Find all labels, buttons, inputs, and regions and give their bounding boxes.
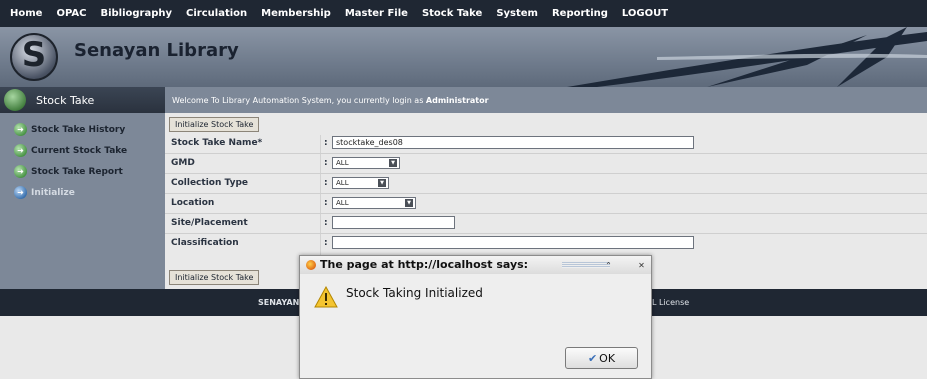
site-placement-label: Site/Placement — [171, 218, 248, 228]
sidebar-item-stock-take-report[interactable]: ➜ Stock Take Report — [0, 161, 165, 182]
classification-input[interactable] — [332, 236, 694, 249]
checkmark-icon: ✔ — [587, 351, 598, 365]
initialize-stock-take-button-top[interactable]: Initialize Stock Take — [169, 117, 260, 132]
sidebar-item-initialize[interactable]: ➜ Initialize — [0, 182, 165, 203]
stock-take-name-input[interactable]: stocktake_des08 — [332, 136, 694, 149]
banner-swoosh-graphic — [567, 27, 927, 87]
row-stock-take-name: Stock Take Name* : stocktake_des08 — [165, 133, 927, 153]
page: Home OPAC Bibliography Circulation Membe… — [0, 0, 927, 379]
location-select[interactable]: ALL ▼ — [332, 197, 416, 209]
ok-button[interactable]: ✔ OK — [565, 347, 638, 369]
top-nav: Home OPAC Bibliography Circulation Membe… — [0, 0, 927, 27]
arrow-right-icon: ➜ — [14, 186, 27, 199]
site-placement-input[interactable] — [332, 216, 455, 229]
collection-type-select-value: ALL — [336, 179, 349, 187]
nav-master-file[interactable]: Master File — [345, 8, 408, 19]
dialog-title: The page at http://localhost says: — [320, 258, 529, 271]
logo-letter: S — [21, 35, 47, 75]
header-banner: S Senayan Library — [0, 27, 927, 87]
colon: : — [324, 198, 328, 208]
nav-circulation[interactable]: Circulation — [186, 8, 247, 19]
welcome-bar: Welcome To Library Automation System, yo… — [165, 87, 927, 113]
nav-home[interactable]: Home — [10, 8, 42, 19]
colon: : — [324, 218, 328, 228]
location-label: Location — [171, 198, 215, 208]
row-gmd: GMD : ALL ▼ — [165, 153, 927, 173]
chevron-down-icon: ▼ — [389, 159, 397, 167]
nav-system[interactable]: System — [496, 8, 538, 19]
minimize-icon[interactable]: ⌃ — [603, 260, 614, 271]
firefox-icon — [306, 260, 316, 270]
dialog-message: Stock Taking Initialized — [346, 286, 483, 300]
nav-stock-take[interactable]: Stock Take — [422, 8, 482, 19]
gmd-select[interactable]: ALL ▼ — [332, 157, 400, 169]
nav-membership[interactable]: Membership — [261, 8, 331, 19]
sidebar-item-label: Current Stock Take — [31, 145, 128, 156]
sidebar-item-label: Stock Take Report — [31, 166, 123, 177]
close-icon[interactable]: ✕ — [636, 260, 647, 271]
sidebar-item-current-stock-take[interactable]: ➜ Current Stock Take — [0, 140, 165, 161]
nav-opac[interactable]: OPAC — [56, 8, 86, 19]
alert-dialog: The page at http://localhost says: ⌃ ✕ S… — [299, 255, 652, 379]
arrow-right-icon: ➜ — [14, 123, 27, 136]
row-classification: Classification : — [165, 233, 927, 253]
colon: : — [324, 138, 328, 148]
ok-button-label: OK — [599, 351, 616, 365]
arrow-right-icon: ➜ — [14, 165, 27, 178]
location-select-value: ALL — [336, 199, 349, 207]
sidebar-item-label: Initialize — [31, 187, 75, 198]
gmd-select-value: ALL — [336, 159, 349, 167]
footer-right-text: L License — [652, 298, 690, 307]
current-user: Administrator — [425, 95, 489, 105]
welcome-text: Welcome To Library Automation System, yo… — [172, 95, 424, 105]
chevron-down-icon: ▼ — [378, 179, 386, 187]
dialog-titlebar: The page at http://localhost says: ⌃ ✕ — [300, 256, 651, 274]
sidebar-item-stock-take-history[interactable]: ➜ Stock Take History — [0, 119, 165, 140]
gmd-label: GMD — [171, 158, 195, 168]
classification-label: Classification — [171, 238, 239, 248]
sidebar: Stock Take ➜ Stock Take History ➜ Curren… — [0, 87, 165, 292]
collection-type-select[interactable]: ALL ▼ — [332, 177, 389, 189]
colon: : — [324, 178, 328, 188]
collection-type-label: Collection Type — [171, 178, 248, 188]
initialize-stock-take-button-bottom[interactable]: Initialize Stock Take — [169, 270, 260, 285]
row-location: Location : ALL ▼ — [165, 193, 927, 213]
site-title: Senayan Library — [74, 40, 239, 61]
footer-left-text: SENAYAN — [258, 298, 300, 307]
nav-reporting[interactable]: Reporting — [552, 8, 608, 19]
colon: : — [324, 158, 328, 168]
sidebar-heading-label: Stock Take — [36, 93, 95, 107]
stock-take-name-label: Stock Take Name* — [171, 138, 263, 148]
nav-logout[interactable]: LOGOUT — [622, 8, 668, 19]
arrow-right-icon: ➜ — [14, 144, 27, 157]
row-site-placement: Site/Placement : — [165, 213, 927, 233]
row-collection-type: Collection Type : ALL ▼ — [165, 173, 927, 193]
sidebar-heading: Stock Take — [0, 87, 165, 113]
nav-bibliography[interactable]: Bibliography — [100, 8, 172, 19]
warning-icon — [314, 286, 338, 308]
globe-icon — [4, 89, 26, 111]
sidebar-item-label: Stock Take History — [31, 124, 126, 135]
chevron-down-icon: ▼ — [405, 199, 413, 207]
colon: : — [324, 238, 328, 248]
